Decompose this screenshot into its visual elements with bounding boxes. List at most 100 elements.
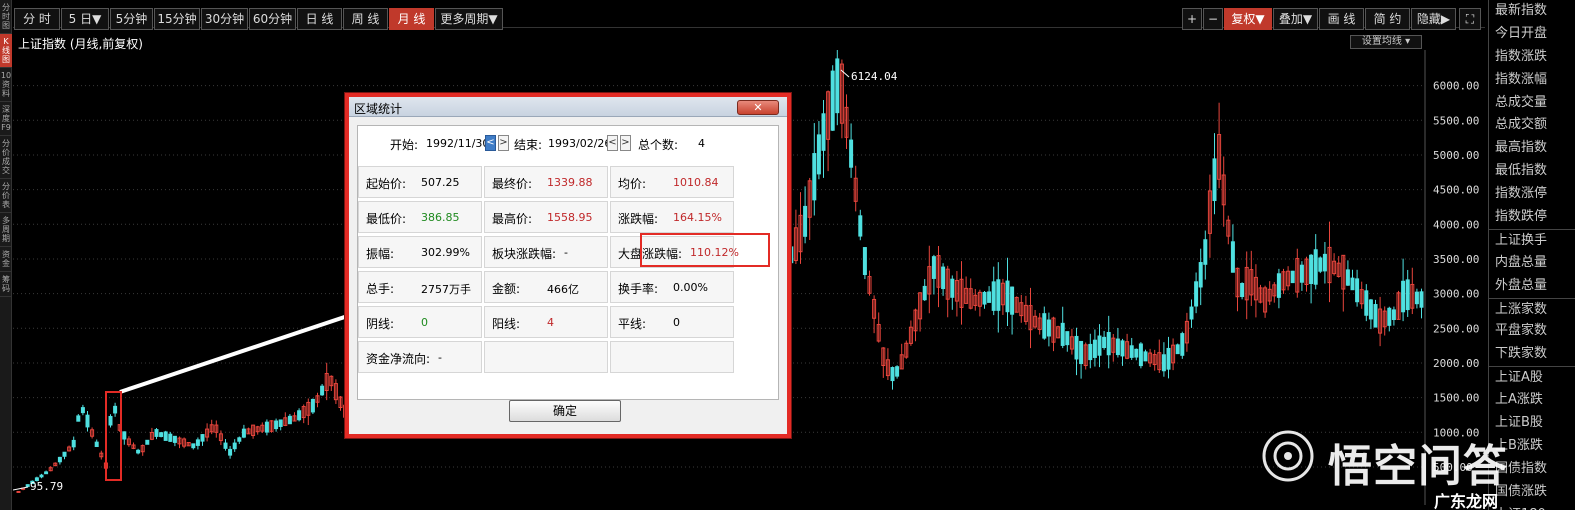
more-periods-dropdown[interactable]: 更多周期▼ bbox=[435, 8, 503, 30]
start-prev-button[interactable]: < bbox=[485, 135, 496, 151]
period-button-weekly[interactable]: 周 线 bbox=[343, 8, 388, 30]
stat-cell: 振幅: 302.99% bbox=[358, 236, 482, 268]
stat-cell: 资金净流向: - bbox=[358, 341, 482, 373]
quote-field-item[interactable]: 最低指数 bbox=[1489, 160, 1575, 183]
quote-field-item[interactable]: 外盘总量 bbox=[1489, 275, 1575, 298]
zoom-in-button[interactable]: + bbox=[1182, 8, 1202, 30]
stat-label: 金额: bbox=[492, 282, 521, 296]
candle-body bbox=[76, 415, 81, 422]
candle-body bbox=[16, 490, 21, 493]
period-button-intraday[interactable]: 分 时 bbox=[14, 8, 60, 30]
close-icon[interactable]: ✕ bbox=[737, 100, 779, 115]
side-tab[interactable]: 筹码 bbox=[0, 272, 12, 297]
candle-body bbox=[122, 431, 127, 440]
candle-body bbox=[941, 266, 946, 290]
period-button-daily[interactable]: 日 线 bbox=[297, 8, 342, 30]
stat-value: 507.25 bbox=[421, 176, 460, 189]
candle-body bbox=[1065, 331, 1070, 346]
stat-label: 涨跌幅: bbox=[618, 212, 659, 226]
candle-body bbox=[895, 366, 900, 377]
quote-field-item[interactable]: 总成交额 bbox=[1489, 114, 1575, 137]
stat-cell: 最终价: 1339.88 bbox=[484, 166, 608, 198]
candle-body bbox=[816, 134, 821, 175]
side-tab[interactable]: 多周期 bbox=[0, 213, 12, 247]
period-toolbar: 分 时 5 日▼ 5分钟 15分钟 30分钟 60分钟 日 线 周 线 月 线 … bbox=[13, 0, 1485, 30]
candle-body bbox=[1088, 343, 1093, 361]
quote-field-item[interactable]: 上A涨跌 bbox=[1489, 389, 1575, 412]
side-tab[interactable]: 分价成交 bbox=[0, 136, 12, 179]
simple-mode-button[interactable]: 简 约 bbox=[1365, 8, 1410, 30]
candle-body bbox=[113, 405, 118, 414]
quote-field-item[interactable]: 指数涨停 bbox=[1489, 183, 1575, 206]
period-button-15min[interactable]: 15分钟 bbox=[154, 8, 200, 30]
quote-field-item[interactable]: 指数跌停 bbox=[1489, 206, 1575, 229]
stat-value: 0 bbox=[421, 316, 428, 329]
adjust-dropdown[interactable]: 复权▼ bbox=[1224, 8, 1272, 30]
quote-field-item[interactable]: 最高指数 bbox=[1489, 137, 1575, 160]
quote-field-item[interactable]: 上证换手 bbox=[1489, 228, 1575, 252]
quote-field-item[interactable]: 指数涨跌 bbox=[1489, 46, 1575, 69]
stat-cell bbox=[610, 341, 734, 373]
left-side-tabs: 分时图 K线图 10资料 深度F9 分价成交 分价表 多周期 资金 筹码 bbox=[0, 0, 12, 510]
period-button-5min[interactable]: 5分钟 bbox=[110, 8, 153, 30]
quote-field-item[interactable]: 内盘总量 bbox=[1489, 252, 1575, 275]
dialog-body: 开始: 1992/11/30 < > 结束: 1993/02/26 < > 总个… bbox=[357, 125, 779, 400]
quote-field-item[interactable]: 上证180 bbox=[1489, 504, 1575, 510]
stat-label: 阳线: bbox=[492, 317, 521, 331]
stat-label: 起始价: bbox=[366, 177, 407, 191]
min-price-pointer bbox=[13, 486, 29, 491]
side-tab[interactable]: K线图 bbox=[0, 34, 12, 68]
candle-body bbox=[991, 281, 996, 311]
start-next-button[interactable]: > bbox=[498, 135, 509, 151]
candle-body bbox=[849, 139, 854, 168]
candle-body bbox=[145, 439, 150, 445]
side-tab[interactable]: 分价表 bbox=[0, 179, 12, 213]
quote-field-item[interactable]: 上涨家数 bbox=[1489, 297, 1575, 321]
stat-cell: 最低价: 386.85 bbox=[358, 201, 482, 233]
ok-button[interactable]: 确定 bbox=[509, 400, 621, 422]
period-button-5day[interactable]: 5 日▼ bbox=[61, 8, 109, 30]
stat-cell: 阴线: 0 bbox=[358, 306, 482, 338]
side-tab[interactable]: 10资料 bbox=[0, 68, 12, 102]
candle-body bbox=[1318, 257, 1323, 272]
quote-field-item[interactable]: 下跌家数 bbox=[1489, 343, 1575, 366]
stat-label: 均价: bbox=[618, 177, 647, 191]
end-prev-button[interactable]: < bbox=[607, 135, 618, 151]
quote-field-item[interactable]: 指数涨幅 bbox=[1489, 69, 1575, 92]
overlay-dropdown[interactable]: 叠加▼ bbox=[1273, 8, 1318, 30]
side-tab[interactable]: 分时图 bbox=[0, 0, 12, 34]
candle-body bbox=[1115, 338, 1120, 356]
zoom-out-button[interactable]: − bbox=[1203, 8, 1223, 30]
total-count-value: 4 bbox=[698, 137, 705, 150]
period-button-30min[interactable]: 30分钟 bbox=[201, 8, 248, 30]
candle-body bbox=[108, 415, 113, 426]
period-button-60min[interactable]: 60分钟 bbox=[249, 8, 296, 30]
stat-label: 资金净流向: bbox=[366, 352, 431, 366]
end-next-button[interactable]: > bbox=[620, 135, 631, 151]
quote-field-item[interactable]: 最新指数 bbox=[1489, 0, 1575, 23]
side-tab[interactable]: 深度F9 bbox=[0, 102, 12, 136]
quote-field-item[interactable]: 平盘家数 bbox=[1489, 320, 1575, 343]
quote-field-item[interactable]: 总成交量 bbox=[1489, 92, 1575, 115]
fullscreen-icon[interactable]: ⛶ bbox=[1459, 8, 1481, 30]
stat-label: 振幅: bbox=[366, 247, 395, 261]
hide-panel-button[interactable]: 隐藏▶ bbox=[1411, 8, 1456, 30]
candle-body bbox=[1203, 239, 1208, 265]
quote-field-item[interactable]: 上证A股 bbox=[1489, 366, 1575, 389]
candle-body bbox=[1161, 354, 1166, 372]
candle-body bbox=[1405, 279, 1410, 311]
candle-body bbox=[1198, 262, 1203, 288]
stat-label: 换手率: bbox=[618, 282, 659, 296]
y-tick-label: 6000.00 bbox=[1433, 80, 1479, 93]
y-tick-label: 5000.00 bbox=[1433, 149, 1479, 162]
candle-body bbox=[1102, 336, 1107, 348]
candle-body bbox=[71, 439, 76, 448]
quote-field-item[interactable]: 今日开盘 bbox=[1489, 23, 1575, 46]
period-button-monthly[interactable]: 月 线 bbox=[389, 8, 434, 30]
side-tab[interactable]: 资金 bbox=[0, 247, 12, 272]
ma-setting-dropdown[interactable]: 设置均线 ▾ bbox=[1350, 35, 1422, 49]
draw-line-button[interactable]: 画 线 bbox=[1319, 8, 1364, 30]
candle-body bbox=[62, 451, 67, 457]
candle-body bbox=[85, 414, 90, 428]
candle-body bbox=[1414, 291, 1419, 305]
